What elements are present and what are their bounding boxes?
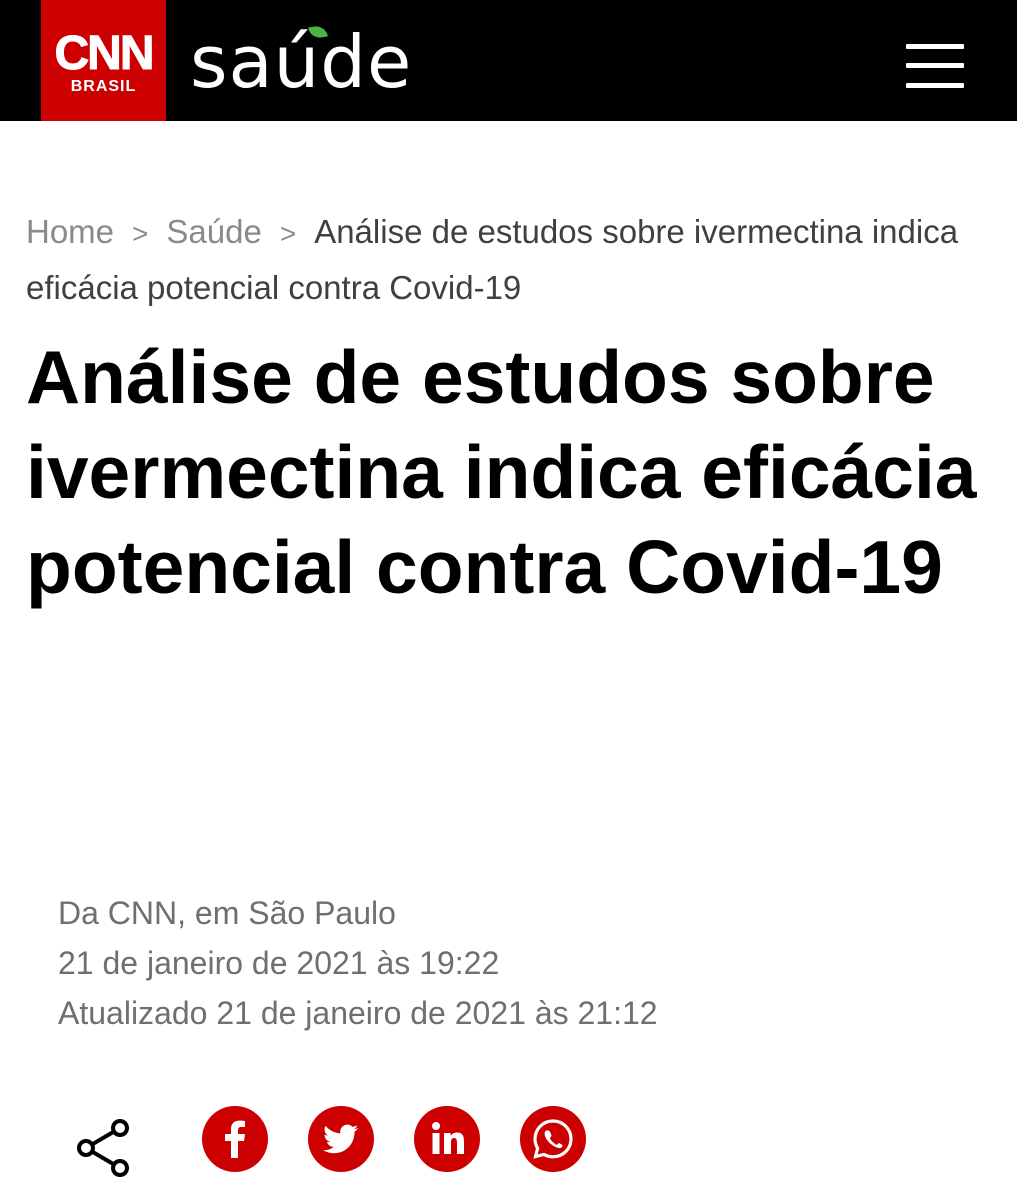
hamburger-menu-icon[interactable] (906, 44, 964, 88)
twitter-share-button[interactable] (308, 1106, 374, 1172)
menu-bar (906, 83, 964, 88)
published-date: 21 de janeiro de 2021 às 19:22 (58, 945, 500, 981)
whatsapp-icon (533, 1119, 573, 1159)
linkedin-icon (432, 1122, 464, 1154)
share-bar (0, 1100, 1017, 1180)
share-icon[interactable] (76, 1118, 130, 1178)
cnn-brasil-logo[interactable]: CNN BRASIL (41, 0, 166, 121)
byline: Da CNN, em São Paulo (58, 895, 396, 931)
updated-date: Atualizado 21 de janeiro de 2021 às 21:1… (58, 995, 658, 1031)
site-header: CNN BRASIL saúde (0, 0, 1017, 121)
section-logo-saude[interactable]: saúde (190, 22, 412, 102)
breadcrumb-saude[interactable]: Saúde (166, 213, 261, 250)
linkedin-share-button[interactable] (414, 1106, 480, 1172)
logo-main-text: CNN (54, 26, 155, 80)
breadcrumb-separator: > (279, 218, 297, 249)
menu-bar (906, 44, 964, 49)
breadcrumb: Home > Saúde > Análise de estudos sobre iver… (26, 205, 1001, 315)
breadcrumb-home[interactable]: Home (26, 213, 114, 250)
menu-bar (906, 63, 964, 68)
article-meta: Da CNN, em São Paulo 21 de janeiro de 20… (58, 888, 958, 1038)
logo-sub-text: BRASIL (70, 77, 137, 95)
whatsapp-share-button[interactable] (520, 1106, 586, 1172)
facebook-share-button[interactable] (202, 1106, 268, 1172)
breadcrumb-separator: > (132, 218, 149, 249)
article-headline: Análise de estudos sobre ivermectina ind… (26, 335, 977, 609)
facebook-icon (225, 1120, 245, 1158)
twitter-icon (323, 1124, 358, 1154)
